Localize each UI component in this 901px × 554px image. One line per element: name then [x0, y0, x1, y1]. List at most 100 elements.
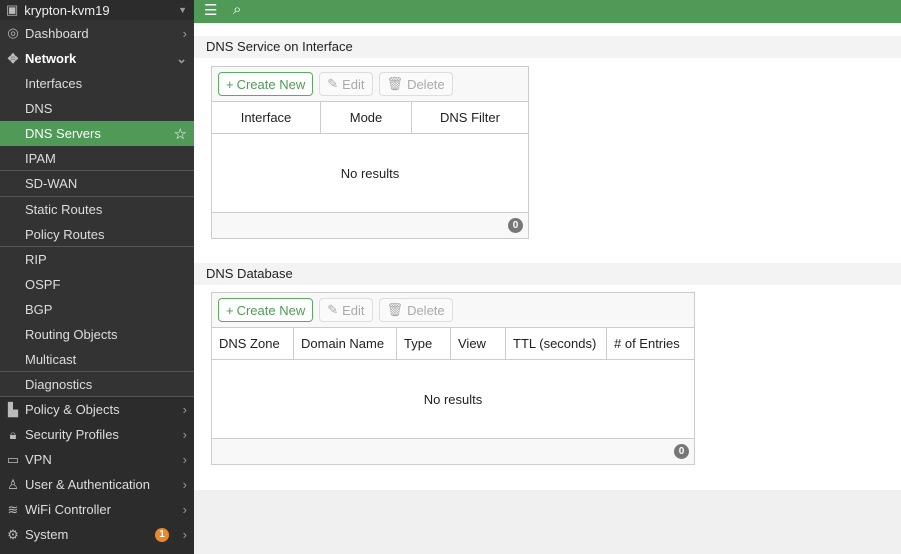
notification-badge: 1 [155, 527, 169, 542]
chevron-right-icon: › [182, 427, 187, 442]
chevron-right-icon: › [182, 402, 187, 417]
sidebar-item-ipam[interactable]: IPAM [0, 146, 194, 171]
label: Diagnostics [25, 376, 93, 392]
column-header[interactable]: Domain Name [294, 328, 397, 359]
sidebar-item-system[interactable]: ⚙ System 1 › [0, 522, 194, 547]
search-icon[interactable]: ⌕ [233, 1, 241, 18]
wifi-icon: ≋ [7, 501, 19, 517]
label: SD-WAN [25, 176, 78, 191]
chevron-down-icon: ⌄ [176, 50, 187, 66]
gear-icon: ⚙ [7, 526, 19, 542]
sidebar-item-dns-servers[interactable]: DNS Servers ☆ [0, 121, 194, 146]
policy-icon: ▙ [8, 401, 18, 417]
column-header[interactable]: # of Entries [607, 328, 694, 359]
label: Interfaces [25, 76, 83, 91]
label: DNS [25, 101, 53, 116]
label: Policy Routes [25, 226, 105, 242]
label: Security Profiles [25, 427, 119, 442]
sidebar-item-interfaces[interactable]: Interfaces [0, 71, 194, 96]
label: Policy & Objects [25, 402, 120, 417]
trash-icon: 🗑︎ [386, 302, 404, 317]
label: Edit [342, 76, 365, 92]
chevron-right-icon: › [182, 452, 187, 467]
sidebar-item-diagnostics[interactable]: Diagnostics [0, 372, 194, 397]
caret-down-icon: ▼ [178, 5, 187, 15]
column-header[interactable]: DNS Zone [212, 328, 294, 359]
label: VPN [25, 452, 52, 467]
pencil-icon: ✎ [327, 76, 339, 91]
sidebar-item-security-profiles[interactable]: 🔒︎ Security Profiles › [0, 422, 194, 447]
device-icon: ▣ [6, 2, 19, 17]
sidebar-item-dashboard[interactable]: ◎ Dashboard › [0, 20, 194, 46]
user-icon: ♙ [7, 476, 19, 492]
label: Delete [407, 302, 445, 318]
device-selector[interactable]: ▣ krypton-kvm19 ▼ [0, 0, 194, 20]
label: Network [25, 51, 77, 66]
top-bar: ☰ ⌕ [194, 0, 901, 23]
label: Delete [407, 76, 445, 92]
create-new-button[interactable]: + Create New [218, 72, 314, 96]
sidebar-item-static-routes[interactable]: Static Routes [0, 197, 194, 222]
label: System [25, 527, 69, 542]
chevron-right-icon: › [182, 477, 187, 492]
label: WiFi Controller [25, 502, 111, 517]
sidebar-item-routing-objects[interactable]: Routing Objects [0, 322, 194, 347]
sidebar-item-ospf[interactable]: OSPF [0, 272, 194, 297]
column-header[interactable]: View [451, 328, 506, 359]
label: BGP [25, 302, 53, 317]
row-count: 0 [674, 444, 689, 459]
label: Dashboard [25, 25, 89, 41]
sidebar-item-sd-wan[interactable]: SD-WAN [0, 171, 194, 197]
label: Multicast [25, 351, 77, 367]
sidebar-item-policy-routes[interactable]: Policy Routes [0, 222, 194, 247]
column-header[interactable]: DNS Filter [412, 102, 528, 133]
plus-icon: + [226, 76, 234, 92]
sidebar-item-bgp[interactable]: BGP [0, 297, 194, 322]
delete-button[interactable]: 🗑︎ Delete [378, 72, 453, 96]
section-title-dns-service: DNS Service on Interface [194, 36, 901, 58]
label: IPAM [25, 150, 56, 166]
sidebar-item-rip[interactable]: RIP [0, 247, 194, 272]
network-icon: ✥ [7, 50, 19, 66]
star-icon[interactable]: ☆ [174, 125, 187, 143]
sidebar-item-multicast[interactable]: Multicast [0, 347, 194, 372]
label: OSPF [25, 277, 61, 292]
pencil-icon: ✎ [327, 302, 339, 317]
menu-icon[interactable]: ☰ [204, 1, 217, 19]
label: Create New [236, 302, 306, 318]
column-header[interactable]: Interface [212, 102, 321, 133]
label: Static Routes [25, 202, 103, 217]
dns-database-table: + Create New ✎ Edit 🗑︎ Delete DNS Zone Doma… [211, 292, 695, 465]
column-header[interactable]: Type [397, 328, 451, 359]
column-header[interactable]: Mode [321, 102, 412, 133]
chevron-right-icon: › [182, 502, 187, 517]
label: Edit [342, 302, 365, 318]
content-footer-area [194, 490, 901, 554]
sidebar-item-wifi-controller[interactable]: ≋ WiFi Controller › [0, 497, 194, 522]
trash-icon: 🗑︎ [386, 76, 404, 91]
sidebar-item-vpn[interactable]: ▭ VPN › [0, 447, 194, 472]
edit-button[interactable]: ✎ Edit [319, 72, 373, 96]
label: User & Authentication [25, 477, 151, 492]
dashboard-icon: ◎ [7, 25, 19, 40]
chevron-right-icon: › [182, 527, 187, 542]
sidebar-item-policy-objects[interactable]: ▙ Policy & Objects › [0, 397, 194, 422]
sidebar-item-network[interactable]: ✥ Network ⌄ [0, 46, 194, 71]
chevron-right-icon: › [182, 25, 187, 41]
sidebar-item-user-authentication[interactable]: ♙ User & Authentication › [0, 472, 194, 497]
empty-message: No results [212, 134, 528, 213]
lock-icon: 🔒︎ [9, 426, 17, 442]
create-new-button[interactable]: + Create New [218, 298, 314, 322]
section-title-dns-database: DNS Database [194, 263, 901, 285]
sidebar-item-dns[interactable]: DNS [0, 96, 194, 121]
edit-button[interactable]: ✎ Edit [319, 298, 373, 322]
delete-button[interactable]: 🗑︎ Delete [378, 298, 453, 322]
row-count: 0 [508, 218, 523, 233]
label: RIP [25, 252, 47, 267]
plus-icon: + [226, 302, 234, 318]
label: DNS Servers [25, 126, 101, 141]
column-header[interactable]: TTL (seconds) [506, 328, 607, 359]
device-name: krypton-kvm19 [24, 2, 110, 18]
label: Routing Objects [25, 327, 118, 342]
sidebar: ▣ krypton-kvm19 ▼ ◎ Dashboard › ✥ Network ⌄ … [0, 0, 194, 554]
